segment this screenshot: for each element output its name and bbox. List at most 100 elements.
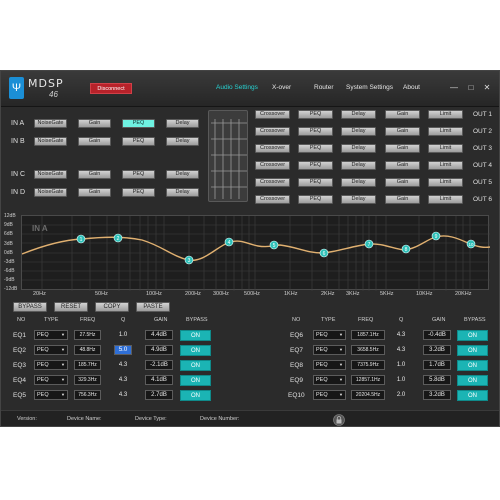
gain-button[interactable]: Gain: [78, 188, 111, 197]
eq-gain-field[interactable]: 3.2dB: [423, 345, 451, 355]
close-icon[interactable]: ✕: [482, 83, 492, 92]
eq-freq-field[interactable]: 185.7Hz: [74, 360, 101, 370]
crossover-button[interactable]: Crossover: [255, 127, 290, 136]
eq-freq-field[interactable]: 48.8Hz: [74, 345, 101, 355]
eq-gain-field[interactable]: 4.9dB: [145, 345, 173, 355]
delay-button[interactable]: Delay: [341, 195, 376, 204]
minimize-icon[interactable]: —: [449, 83, 459, 92]
eq-freq-field[interactable]: 12857.1Hz: [351, 375, 385, 385]
bypass-all-button[interactable]: BYPASS: [13, 302, 47, 312]
crossover-button[interactable]: Crossover: [255, 144, 290, 153]
eq-q-value[interactable]: 1.0: [114, 332, 132, 338]
eq-q-value[interactable]: 1.0: [392, 377, 410, 383]
eq-gain-field[interactable]: 2.7dB: [145, 390, 173, 400]
copy-button[interactable]: COPY: [95, 302, 129, 312]
disconnect-button[interactable]: Disconnect: [90, 83, 132, 94]
eq-bypass-toggle[interactable]: ON: [180, 360, 211, 371]
eq-type-select[interactable]: PEQ ▼: [34, 345, 68, 355]
peq-button[interactable]: PEQ: [298, 144, 333, 153]
gain-button[interactable]: Gain: [385, 195, 420, 204]
paste-button[interactable]: PASTE: [136, 302, 170, 312]
eq-gain-field[interactable]: 4.4dB: [145, 330, 173, 340]
delay-button[interactable]: Delay: [341, 110, 376, 119]
eq-bypass-toggle[interactable]: ON: [457, 360, 488, 371]
crossover-button[interactable]: Crossover: [255, 161, 290, 170]
limit-button[interactable]: Limit: [428, 144, 463, 153]
gain-button[interactable]: Gain: [78, 170, 111, 179]
eq-bypass-toggle[interactable]: ON: [180, 345, 211, 356]
delay-button[interactable]: Delay: [166, 188, 199, 197]
eq-bypass-toggle[interactable]: ON: [457, 390, 488, 401]
gain-button[interactable]: Gain: [385, 178, 420, 187]
noisegate-button[interactable]: NoiseGate: [34, 170, 67, 179]
eq-bypass-toggle[interactable]: ON: [457, 330, 488, 341]
eq-freq-field[interactable]: 1857.1Hz: [351, 330, 385, 340]
eq-bypass-toggle[interactable]: ON: [457, 345, 488, 356]
noisegate-button[interactable]: NoiseGate: [34, 137, 67, 146]
nav-about[interactable]: About: [403, 84, 420, 91]
peq-button[interactable]: PEQ: [298, 161, 333, 170]
limit-button[interactable]: Limit: [428, 110, 463, 119]
eq-type-select[interactable]: PEQ ▼: [34, 330, 68, 340]
maximize-icon[interactable]: □: [466, 83, 476, 92]
gain-button[interactable]: Gain: [385, 161, 420, 170]
eq-freq-field[interactable]: 27.5Hz: [74, 330, 101, 340]
peq-button[interactable]: PEQ: [298, 178, 333, 187]
delay-button[interactable]: Delay: [341, 127, 376, 136]
eq-q-value[interactable]: 2.0: [392, 392, 410, 398]
eq-freq-field[interactable]: 329.3Hz: [74, 375, 101, 385]
eq-type-select[interactable]: PEQ ▼: [34, 390, 68, 400]
eq-freq-field[interactable]: 756.3Hz: [74, 390, 101, 400]
eq-q-value[interactable]: 4.3: [114, 362, 132, 368]
peq-button[interactable]: PEQ: [298, 127, 333, 136]
nav-router[interactable]: Router: [314, 84, 334, 91]
eq-bypass-toggle[interactable]: ON: [180, 375, 211, 386]
eq-q-field-active[interactable]: 5.0: [114, 345, 132, 355]
eq-type-select[interactable]: PEQ ▼: [313, 330, 346, 340]
peq-button[interactable]: PEQ: [122, 188, 155, 197]
eq-bypass-toggle[interactable]: ON: [180, 390, 211, 401]
limit-button[interactable]: Limit: [428, 178, 463, 187]
eq-gain-field[interactable]: -2.1dB: [145, 360, 173, 370]
lock-icon[interactable]: [333, 414, 345, 426]
delay-button[interactable]: Delay: [341, 144, 376, 153]
eq-bypass-toggle[interactable]: ON: [180, 330, 211, 341]
gain-button[interactable]: Gain: [385, 110, 420, 119]
eq-bypass-toggle[interactable]: ON: [457, 375, 488, 386]
peq-button[interactable]: PEQ: [298, 110, 333, 119]
crossover-button[interactable]: Crossover: [255, 110, 290, 119]
eq-type-select[interactable]: PEQ ▼: [34, 360, 68, 370]
limit-button[interactable]: Limit: [428, 195, 463, 204]
peq-button[interactable]: PEQ: [122, 170, 155, 179]
peq-button[interactable]: PEQ: [122, 119, 155, 128]
delay-button[interactable]: Delay: [166, 119, 199, 128]
reset-button[interactable]: RESET: [54, 302, 88, 312]
gain-button[interactable]: Gain: [385, 144, 420, 153]
eq-gain-field[interactable]: 5.8dB: [423, 375, 451, 385]
eq-gain-field[interactable]: -0.4dB: [423, 330, 451, 340]
eq-freq-field[interactable]: 7375.9Hz: [351, 360, 385, 370]
eq-type-select[interactable]: PEQ ▼: [313, 390, 346, 400]
nav-x-over[interactable]: X-over: [272, 84, 291, 91]
noisegate-button[interactable]: NoiseGate: [34, 119, 67, 128]
nav-system-settings[interactable]: System Settings: [346, 84, 393, 91]
eq-freq-field[interactable]: 20204.5Hz: [351, 390, 385, 400]
peq-button[interactable]: PEQ: [298, 195, 333, 204]
eq-freq-field[interactable]: 3658.5Hz: [351, 345, 385, 355]
gain-button[interactable]: Gain: [385, 127, 420, 136]
eq-markers[interactable]: 1 2 3 4 5 6 7 8 9 10: [22, 216, 490, 291]
limit-button[interactable]: Limit: [428, 161, 463, 170]
peq-button[interactable]: PEQ: [122, 137, 155, 146]
eq-q-value[interactable]: 4.3: [114, 392, 132, 398]
crossover-button[interactable]: Crossover: [255, 178, 290, 187]
eq-type-select[interactable]: PEQ ▼: [313, 360, 346, 370]
delay-button[interactable]: Delay: [341, 161, 376, 170]
eq-q-value[interactable]: 4.3: [392, 347, 410, 353]
eq-type-select[interactable]: PEQ ▼: [313, 345, 346, 355]
delay-button[interactable]: Delay: [166, 170, 199, 179]
eq-q-value[interactable]: 1.0: [392, 362, 410, 368]
eq-gain-field[interactable]: 4.1dB: [145, 375, 173, 385]
gain-button[interactable]: Gain: [78, 137, 111, 146]
nav-audio-settings[interactable]: Audio Settings: [216, 84, 258, 91]
eq-type-select[interactable]: PEQ ▼: [313, 375, 346, 385]
